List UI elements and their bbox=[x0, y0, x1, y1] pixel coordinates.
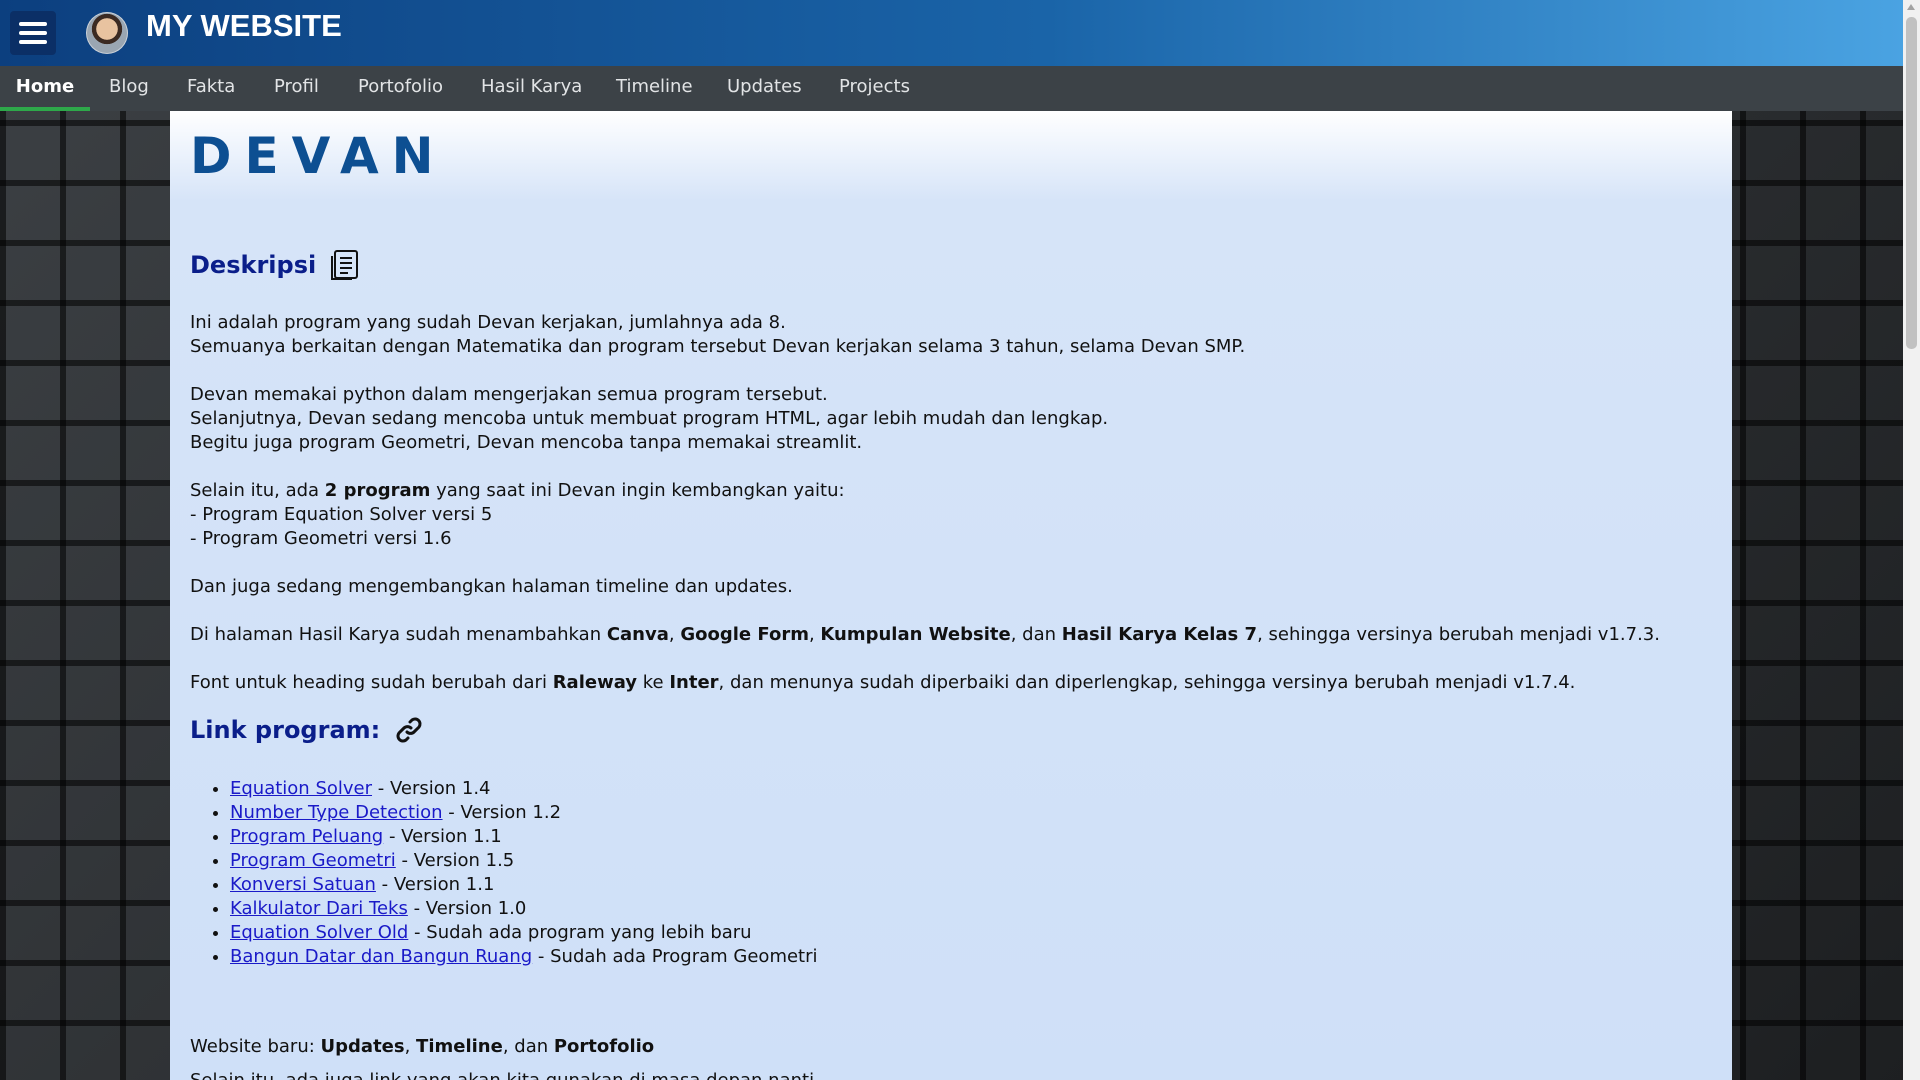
text-fragment: , bbox=[404, 1036, 417, 1057]
list-item: Kalkulator Dari Teks - Version 1.0 bbox=[230, 897, 818, 921]
nav-fakta[interactable]: Fakta bbox=[187, 66, 235, 111]
link-title: Link program: bbox=[190, 716, 381, 744]
menu-icon-bar bbox=[19, 22, 47, 26]
scrollbar-thumb[interactable] bbox=[1906, 17, 1917, 349]
paragraph-python: Devan memakai python dalam mengerjakan s… bbox=[190, 383, 1108, 455]
link-bangun-datar[interactable]: Bangun Datar dan Bangun Ruang bbox=[230, 946, 532, 967]
text-fragment: Selain itu, ada bbox=[190, 480, 325, 501]
text-fragment: , bbox=[668, 624, 681, 645]
text-fragment: , bbox=[808, 624, 821, 645]
page-scrollbar[interactable] bbox=[1903, 0, 1920, 1080]
text-line: - Program Geometri versi 1.6 bbox=[190, 528, 452, 549]
text-line: Ini adalah program yang sudah Devan kerj… bbox=[190, 312, 786, 333]
avatar[interactable] bbox=[86, 12, 128, 54]
menu-icon-bar bbox=[19, 40, 47, 44]
text-line: Di halaman Hasil Karya sudah menambahkan… bbox=[190, 623, 1660, 647]
description-title: Deskripsi bbox=[190, 251, 317, 279]
bold-text: Google Form bbox=[680, 624, 809, 645]
paragraph-timeline: Dan juga sedang mengembangkan halaman ti… bbox=[190, 575, 793, 599]
paragraph-font: Font untuk heading sudah berubah dari Ra… bbox=[190, 671, 1575, 695]
list-item: Equation Solver - Version 1.4 bbox=[230, 777, 818, 801]
bold-text: 2 program bbox=[324, 480, 431, 501]
text-line: Semuanya berkaitan dengan Matematika dan… bbox=[190, 336, 1246, 357]
version-note: - Version 1.4 bbox=[372, 778, 491, 799]
text-line: Selanjutnya, Devan sedang mencoba untuk … bbox=[190, 408, 1109, 429]
link-program-peluang[interactable]: Program Peluang bbox=[230, 826, 383, 847]
text-line: - Program Equation Solver versi 5 bbox=[190, 504, 493, 525]
nav-hasil-karya[interactable]: Hasil Karya bbox=[481, 66, 582, 111]
list-item: Program Geometri - Version 1.5 bbox=[230, 849, 818, 873]
list-item: Equation Solver Old - Sudah ada program … bbox=[230, 921, 818, 945]
version-note: - Sudah ada Program Geometri bbox=[532, 946, 818, 967]
version-note: - Version 1.1 bbox=[383, 826, 502, 847]
nav-blog[interactable]: Blog bbox=[109, 66, 149, 111]
paragraph-new-website: Website baru: Updates, Timeline, dan Por… bbox=[190, 1035, 654, 1059]
version-note: - Version 1.1 bbox=[375, 874, 495, 895]
list-item: Bangun Datar dan Bangun Ruang - Sudah ad… bbox=[230, 945, 818, 969]
bold-text: Updates bbox=[320, 1036, 405, 1057]
link-equation-solver-old[interactable]: Equation Solver Old bbox=[230, 922, 408, 943]
text-fragment: yang saat ini Devan ingin kembangkan yai… bbox=[430, 480, 845, 501]
site-title[interactable]: MY WEBSITE bbox=[146, 8, 342, 44]
link-heading: Link program: bbox=[190, 715, 424, 745]
list-item: Number Type Detection - Version 1.2 bbox=[230, 801, 818, 825]
version-note: - Version 1.0 bbox=[407, 898, 527, 919]
nav-portofolio[interactable]: Portofolio bbox=[358, 66, 443, 111]
paragraph-intro: Ini adalah program yang sudah Devan kerj… bbox=[190, 311, 1245, 359]
hamburger-menu-button[interactable] bbox=[10, 11, 56, 55]
nav-home[interactable]: Home bbox=[0, 66, 90, 111]
text-fragment: Website baru: bbox=[190, 1036, 321, 1057]
link-kalkulator-dari-teks[interactable]: Kalkulator Dari Teks bbox=[230, 898, 408, 919]
page-title: DEVAN bbox=[190, 127, 447, 185]
text-fragment: ke bbox=[637, 672, 670, 693]
version-note: - Version 1.5 bbox=[395, 850, 515, 871]
list-item: Konversi Satuan - Version 1.1 bbox=[230, 873, 818, 897]
text-fragment: Di halaman Hasil Karya sudah menambahkan bbox=[190, 624, 607, 645]
version-note: - Sudah ada program yang lebih baru bbox=[408, 922, 752, 943]
bold-text: Inter bbox=[669, 672, 719, 693]
menu-icon-bar bbox=[19, 31, 47, 35]
link-equation-solver[interactable]: Equation Solver bbox=[230, 778, 372, 799]
text-fragment: , dan bbox=[1010, 624, 1062, 645]
document-icon bbox=[331, 250, 359, 280]
text-line: Devan memakai python dalam mengerjakan s… bbox=[190, 384, 828, 405]
link-program-geometri[interactable]: Program Geometri bbox=[230, 850, 396, 871]
scroll-up-arrow-icon[interactable] bbox=[1907, 4, 1915, 10]
bold-text: Canva bbox=[606, 624, 669, 645]
description-heading: Deskripsi bbox=[190, 249, 360, 281]
bold-text: Timeline bbox=[416, 1036, 503, 1057]
link-konversi-satuan[interactable]: Konversi Satuan bbox=[230, 874, 376, 895]
main-nav: Home Blog Fakta Profil Portofolio Hasil … bbox=[0, 66, 1903, 111]
top-header: MY WEBSITE bbox=[0, 0, 1903, 66]
nav-projects[interactable]: Projects bbox=[839, 66, 910, 111]
bold-text: Raleway bbox=[552, 672, 638, 693]
paragraph-future-links: Selain itu, ada juga link yang akan kita… bbox=[190, 1069, 814, 1080]
text-line: Begitu juga program Geometri, Devan menc… bbox=[190, 432, 863, 453]
text-line: Font untuk heading sudah berubah dari Ra… bbox=[190, 671, 1575, 695]
link-number-type-detection[interactable]: Number Type Detection bbox=[230, 802, 443, 823]
text-fragment: , dan bbox=[502, 1036, 554, 1057]
text-fragment: Font untuk heading sudah berubah dari bbox=[190, 672, 553, 693]
nav-updates[interactable]: Updates bbox=[727, 66, 802, 111]
main-content-panel: DEVAN Deskripsi Ini adalah program yang … bbox=[170, 111, 1732, 1080]
paragraph-hasil-karya: Di halaman Hasil Karya sudah menambahkan… bbox=[190, 623, 1660, 647]
text-line: Selain itu, ada 2 program yang saat ini … bbox=[190, 479, 845, 503]
nav-timeline[interactable]: Timeline bbox=[616, 66, 693, 111]
paragraph-programs: Selain itu, ada 2 program yang saat ini … bbox=[190, 479, 845, 551]
text-line: Dan juga sedang mengembangkan halaman ti… bbox=[190, 576, 793, 597]
bold-text: Portofolio bbox=[553, 1036, 655, 1057]
text-fragment: , dan menunya sudah diperbaiki dan diper… bbox=[718, 672, 1576, 693]
text-line: Website baru: Updates, Timeline, dan Por… bbox=[190, 1035, 654, 1059]
version-note: - Version 1.2 bbox=[442, 802, 562, 823]
bold-text: Kumpulan Website bbox=[820, 624, 1011, 645]
text-line: Selain itu, ada juga link yang akan kita… bbox=[190, 1069, 814, 1080]
program-links-list: Equation Solver - Version 1.4 Number Typ… bbox=[190, 777, 818, 969]
list-item: Program Peluang - Version 1.1 bbox=[230, 825, 818, 849]
text-fragment: , sehingga versinya berubah menjadi v1.7… bbox=[1257, 624, 1660, 645]
link-icon bbox=[396, 717, 422, 743]
nav-profil[interactable]: Profil bbox=[274, 66, 319, 111]
bold-text: Hasil Karya Kelas 7 bbox=[1061, 624, 1258, 645]
